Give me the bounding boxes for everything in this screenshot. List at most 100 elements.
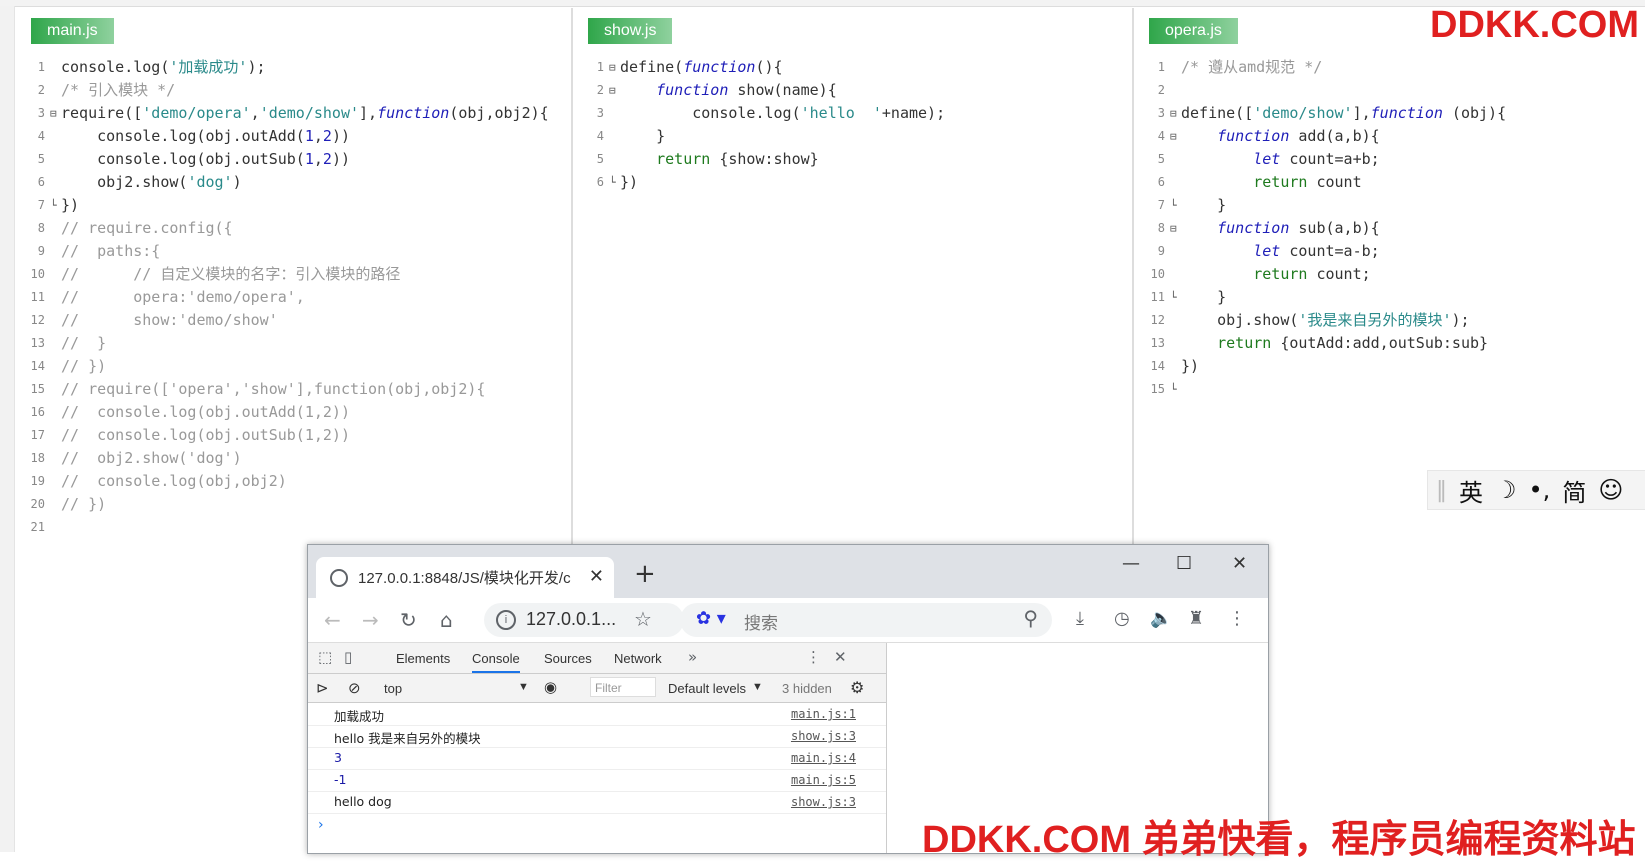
search-icon[interactable]: ⚲ (1023, 606, 1038, 630)
new-tab-button[interactable]: + (634, 559, 656, 589)
code-line[interactable]: 10 return count; (1135, 263, 1645, 286)
code-line[interactable]: 19 // console.log(obj,obj2) (15, 470, 571, 493)
console-prompt-icon[interactable]: › (318, 817, 324, 833)
console-source-link[interactable]: show.js:3 (791, 729, 856, 743)
context-select[interactable]: top (384, 681, 402, 696)
code-line[interactable]: 4 } (574, 125, 1132, 148)
code-line[interactable]: 6 └}) (574, 171, 1132, 194)
code-line[interactable]: 8 ⊟ function sub(a,b){ (1135, 217, 1645, 240)
code-line[interactable]: 14 // }) (15, 355, 571, 378)
sidebar-toggle-icon[interactable]: ⊳ (316, 679, 329, 697)
context-dropdown-icon[interactable]: ▼ (518, 681, 529, 693)
code-area[interactable]: 1/* 遵从amd规范 */2 3 ⊟ define(['demo/show'],fu… (1135, 56, 1645, 401)
tab-sources[interactable]: Sources (544, 651, 592, 666)
incognito-icon[interactable]: ♜ (1188, 608, 1204, 629)
code-line[interactable]: 2 ⊟ function show(name){ (574, 79, 1132, 102)
code-line[interactable]: 2 (1135, 79, 1645, 102)
fold-toggle-icon[interactable]: ⊟ (1170, 102, 1177, 125)
levels-dropdown[interactable]: Default levels (668, 681, 746, 696)
code-line[interactable]: 13 // } (15, 332, 571, 355)
tab-network[interactable]: Network (614, 651, 662, 666)
menu-icon[interactable]: ⋮ (1228, 608, 1246, 629)
reload-icon[interactable]: ↻ (400, 608, 417, 632)
code-line[interactable]: 21 (15, 516, 571, 539)
fold-toggle-icon[interactable]: ⊟ (609, 56, 616, 79)
code-line[interactable]: 12 // show:'demo/show' (15, 309, 571, 332)
ime-punct-toggle[interactable]: •, (1529, 476, 1551, 504)
device-toolbar-icon[interactable]: ▯ (344, 648, 352, 666)
code-line[interactable]: 4 ⊟ function add(a,b){ (1135, 125, 1645, 148)
minimize-button[interactable]: — (1122, 553, 1140, 574)
code-line[interactable]: 11 └ } (1135, 286, 1645, 309)
tab-main-js[interactable]: main.js (31, 18, 114, 44)
code-line[interactable]: 6 obj2.show('dog') (15, 171, 571, 194)
ime-lang-toggle[interactable]: 英 (1459, 473, 1483, 508)
code-line[interactable]: 14}) (1135, 355, 1645, 378)
code-line[interactable]: 17 // console.log(obj.outSub(1,2)) (15, 424, 571, 447)
code-line[interactable]: 7 └ } (1135, 194, 1645, 217)
code-line[interactable]: 7 └}) (15, 194, 571, 217)
tab-opera-js[interactable]: opera.js (1149, 18, 1238, 44)
code-area[interactable]: 1 ⊟ define(function(){2 ⊟ function show(nam… (574, 56, 1132, 194)
code-line[interactable]: 1 /* 遵从amd规范 */ (1135, 56, 1645, 79)
console-source-link[interactable]: show.js:3 (791, 795, 856, 809)
download-icon[interactable]: ⤓ (1076, 608, 1084, 629)
code-line[interactable]: 4 console.log(obj.outAdd(1,2)) (15, 125, 571, 148)
history-icon[interactable]: ◷ (1114, 608, 1130, 629)
code-line[interactable]: 20 // }) (15, 493, 571, 516)
ime-moon-icon[interactable]: ☽ (1495, 476, 1517, 504)
tab-elements[interactable]: Elements (396, 651, 450, 666)
close-window-button[interactable]: ✕ (1232, 553, 1247, 574)
ime-toolbar[interactable]: ‖ 英 ☽ •, 简 ☺ (1427, 470, 1645, 510)
code-line[interactable]: 15 └ (1135, 378, 1645, 401)
clear-console-icon[interactable]: ⊘ (348, 679, 361, 697)
code-line[interactable]: 15 // require(['opera','show'],function(o… (15, 378, 571, 401)
code-line[interactable]: 8 // require.config({ (15, 217, 571, 240)
devtools-close-icon[interactable]: ✕ (834, 648, 847, 666)
address-url[interactable]: 127.0.0.1... (526, 609, 616, 630)
ime-emoji-icon[interactable]: ☺ (1598, 476, 1623, 504)
close-tab-icon[interactable]: ✕ (589, 566, 604, 587)
code-line[interactable]: 3 console.log('hello '+name); (574, 102, 1132, 125)
live-expression-eye-icon[interactable]: ◉ (544, 678, 557, 696)
code-line[interactable]: 5 return {show:show} (574, 148, 1132, 171)
console-settings-gear-icon[interactable]: ⚙ (850, 678, 864, 698)
sound-icon[interactable]: 🔈 (1150, 608, 1172, 629)
forward-icon[interactable]: → (362, 608, 379, 632)
filter-input[interactable]: Filter (590, 677, 656, 697)
fold-toggle-icon[interactable]: ⊟ (50, 102, 57, 125)
devtools-menu-icon[interactable]: ⋮ (806, 648, 821, 666)
devtools-panel[interactable]: ⬚ ▯ Elements Console Sources Network » ⋮… (308, 643, 887, 853)
back-icon[interactable]: ← (324, 608, 341, 632)
search-box[interactable]: ✿ ▾ 搜索 ⚲ (680, 603, 1052, 637)
code-line[interactable]: 6 return count (1135, 171, 1645, 194)
code-line[interactable]: 3 ⊟ require(['demo/opera','demo/show'],fun… (15, 102, 571, 125)
fold-toggle-icon[interactable]: ⊟ (609, 79, 616, 102)
code-line[interactable]: 1 ⊟ define(function(){ (574, 56, 1132, 79)
ime-grip[interactable]: ‖ (1436, 478, 1447, 503)
code-line[interactable]: 5 let count=a+b; (1135, 148, 1645, 171)
code-line[interactable]: 11 // opera:'demo/opera', (15, 286, 571, 309)
code-line[interactable]: 3 ⊟ define(['demo/show'],function (obj){ (1135, 102, 1645, 125)
console-source-link[interactable]: main.js:1 (791, 707, 856, 721)
code-line[interactable]: 18 // obj2.show('dog') (15, 447, 571, 470)
baidu-paw-icon[interactable]: ✿ ▾ (696, 608, 726, 629)
levels-dropdown-icon[interactable]: ▼ (752, 681, 763, 693)
code-area[interactable]: 1 console.log('加载成功'); 2 /* 引入模块 */ 3 ⊟ requir… (15, 56, 571, 539)
code-line[interactable]: 16 // console.log(obj.outAdd(1,2)) (15, 401, 571, 424)
code-line[interactable]: 12 obj.show('我是来自另外的模块'); (1135, 309, 1645, 332)
code-line[interactable]: 9 let count=a-b; (1135, 240, 1645, 263)
maximize-button[interactable]: ☐ (1176, 553, 1192, 574)
fold-toggle-icon[interactable]: ⊟ (1170, 125, 1177, 148)
code-line[interactable]: 2 /* 引入模块 */ (15, 79, 571, 102)
address-bar[interactable]: i 127.0.0.1... ☆ (484, 603, 684, 637)
bookmark-star-icon[interactable]: ☆ (634, 607, 652, 631)
code-line[interactable]: 13 return {outAdd:add,outSub:sub} (1135, 332, 1645, 355)
title-bar[interactable]: 127.0.0.1:8848/JS/模块化开发/c ✕ + — ☐ ✕ (308, 545, 1268, 598)
more-tabs-icon[interactable]: » (688, 648, 697, 666)
tab-show-js[interactable]: show.js (588, 18, 673, 44)
code-line[interactable]: 5 console.log(obj.outSub(1,2)) (15, 148, 571, 171)
console-source-link[interactable]: main.js:4 (791, 751, 856, 765)
search-input[interactable]: 搜索 (744, 609, 778, 634)
browser-tab[interactable]: 127.0.0.1:8848/JS/模块化开发/c ✕ (316, 557, 614, 598)
